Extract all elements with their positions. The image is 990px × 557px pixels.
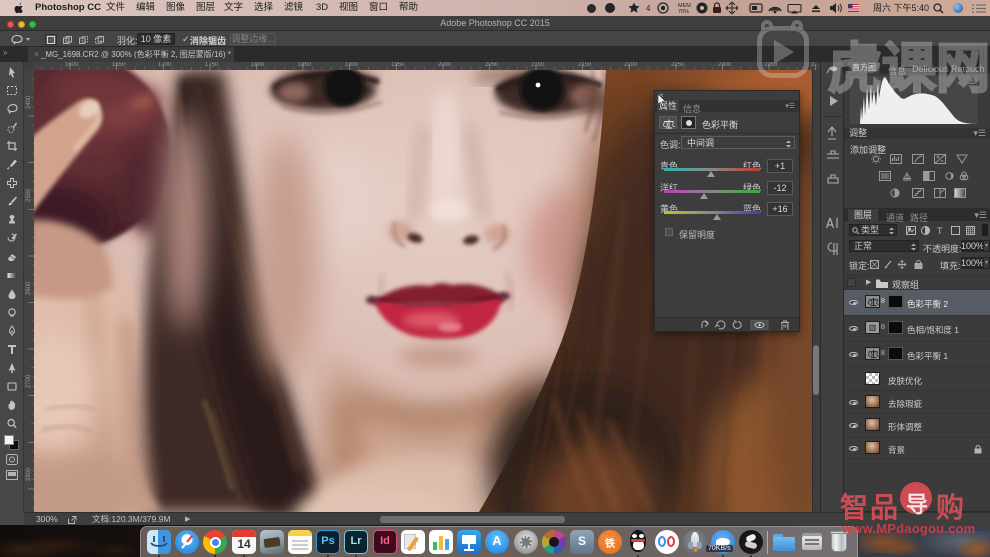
svg-text:70%: 70% — [678, 9, 689, 15]
svg-text:4: 4 — [646, 4, 651, 13]
svg-text:T: T — [937, 226, 943, 235]
